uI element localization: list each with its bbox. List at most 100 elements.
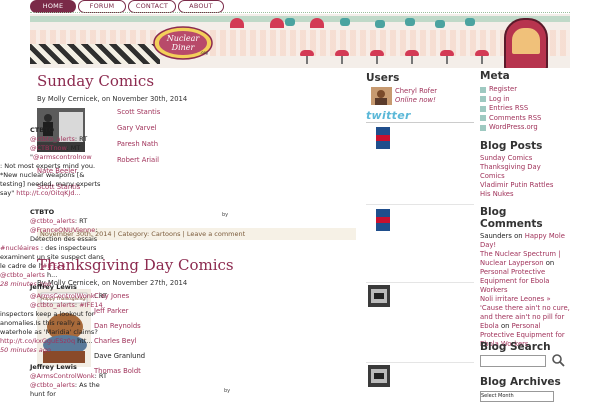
online-user: Cheryl Rofer Online now! bbox=[395, 87, 437, 105]
twitter-divider bbox=[366, 122, 474, 123]
blog-comments-heading: Blog Comments bbox=[480, 205, 543, 230]
mention-link[interactable]: @armscontrolnow bbox=[33, 153, 92, 161]
mention-link[interactable]: @FranceONUVienne bbox=[30, 226, 95, 234]
teapot-icon bbox=[285, 18, 295, 26]
hashtag-link[interactable]: #IFE14 bbox=[42, 262, 65, 270]
mention-link[interactable]: @ctbto_alerts bbox=[30, 135, 75, 143]
tweet-handle[interactable]: CTBTO bbox=[30, 126, 54, 134]
svg-text:.org: .org bbox=[200, 50, 208, 55]
bullet-icon bbox=[480, 96, 486, 103]
post-title[interactable]: Sunday Comics bbox=[37, 72, 154, 90]
blog-search-heading: Blog Search bbox=[480, 341, 551, 353]
tweet-divider bbox=[366, 204, 474, 205]
mention-link[interactable]: @CTBTnow bbox=[30, 144, 67, 152]
hashtag-link[interactable]: #nucléaires bbox=[0, 244, 39, 252]
tweet-divider bbox=[366, 282, 474, 283]
tweet: CTBTO @ctbto_alerts: RT @CTBTnow: MT "@ar… bbox=[0, 126, 101, 197]
blog-post-link[interactable]: Thanksgiving Day Comics bbox=[480, 163, 550, 181]
artist-link[interactable]: Scott Stantis bbox=[117, 106, 160, 119]
bullet-icon bbox=[480, 105, 486, 112]
search-icon[interactable] bbox=[551, 353, 565, 367]
archive-month-select[interactable]: Select Month bbox=[480, 391, 554, 402]
meta-links: Register Log in Entries RSS Comments RSS… bbox=[480, 85, 570, 133]
category-link[interactable]: Cartoons bbox=[151, 230, 180, 238]
meta-link[interactable]: Log in bbox=[480, 95, 570, 105]
nav-home[interactable]: HOME bbox=[30, 0, 76, 13]
comment-item: Saunders on Happy Mole Day! bbox=[480, 231, 565, 249]
lamp-icon bbox=[270, 18, 284, 28]
meta-heading: Meta bbox=[480, 70, 510, 82]
blog-posts-heading: Blog Posts bbox=[480, 139, 543, 152]
logo-text: Nuclear bbox=[166, 34, 201, 43]
tweet-url-link[interactable]: http://t.co/kxGguESz0q bbox=[0, 337, 75, 345]
blog-post-link[interactable]: Sunday Comics bbox=[480, 154, 570, 163]
mention-link[interactable]: @ArmsControlWonk bbox=[30, 372, 95, 380]
teapot-icon bbox=[435, 20, 445, 28]
meta-link[interactable]: Entries RSS bbox=[480, 104, 570, 114]
lamp-icon bbox=[230, 18, 244, 28]
stool-leg bbox=[481, 56, 483, 64]
comment-author: Saunders bbox=[480, 231, 512, 240]
tweet-handle[interactable]: CTBTO bbox=[30, 208, 54, 216]
search-input[interactable] bbox=[480, 355, 546, 367]
by-label: by bbox=[222, 212, 229, 218]
meta-link[interactable]: WordPress.org bbox=[480, 123, 570, 133]
twitter-logo: twitter bbox=[366, 109, 411, 122]
nav-about[interactable]: ABOUT bbox=[178, 0, 224, 13]
blog-comments-list: Saunders on Happy Mole Day! The Nuclear … bbox=[480, 232, 572, 349]
bullet-icon bbox=[480, 124, 486, 131]
mention-link[interactable]: @ctbto_alerts bbox=[0, 271, 45, 279]
jukebox-icon bbox=[504, 18, 548, 68]
by-label: by bbox=[224, 388, 231, 394]
meta-link[interactable]: Register bbox=[480, 85, 570, 95]
site-logo[interactable]: Nuclear Diner .org bbox=[152, 24, 214, 62]
bullet-icon bbox=[480, 86, 486, 93]
tweet-avatar[interactable] bbox=[368, 285, 390, 307]
nav-forum[interactable]: FORUM bbox=[78, 0, 126, 13]
lamp-icon bbox=[310, 18, 324, 28]
artist-link[interactable]: Gary Varvel bbox=[117, 122, 160, 135]
stool-leg bbox=[446, 56, 448, 64]
blog-archives-heading: Blog Archives bbox=[480, 376, 561, 388]
artist-link[interactable]: Robert Ariail bbox=[117, 154, 160, 167]
stool-leg bbox=[306, 56, 308, 64]
meta-link[interactable]: Comments RSS bbox=[480, 114, 570, 124]
user-avatar[interactable] bbox=[371, 87, 392, 105]
banner-diagonal-pattern bbox=[30, 44, 160, 64]
teapot-icon bbox=[340, 18, 350, 26]
teapot-icon bbox=[465, 18, 475, 26]
tweet-handle[interactable]: Jeffrey Lewis bbox=[30, 283, 77, 291]
tweet-avatar[interactable] bbox=[368, 365, 390, 387]
comment-item: The Nuclear Spectrum | Nuclear Layperson… bbox=[480, 249, 561, 294]
blog-posts-list: Sunday Comics Thanksgiving Day Comics Vl… bbox=[480, 154, 570, 199]
tweet: Jeffrey Lewis @ArmsControlWonk: RT @ctbto… bbox=[0, 283, 107, 354]
blog-post-link[interactable]: Vladimir Putin Rattles His Nukes bbox=[480, 181, 564, 199]
bullet-icon bbox=[480, 115, 486, 122]
stool-leg bbox=[376, 56, 378, 64]
artist-link[interactable]: Paresh Nath bbox=[117, 138, 160, 151]
tweet-url-link[interactable]: http://t.co/OitqKJd... bbox=[16, 189, 80, 197]
tweet-avatar[interactable] bbox=[368, 209, 390, 231]
comment-post-link[interactable]: Personal Protective Equipment for Ebola … bbox=[480, 268, 549, 294]
nav-contact[interactable]: CONTACT bbox=[128, 0, 176, 13]
hashtag-link[interactable]: #IFE14 bbox=[79, 301, 102, 309]
user-status: Online now! bbox=[395, 96, 436, 104]
mention-link[interactable]: @ctbto_alerts bbox=[30, 381, 75, 389]
mention-link[interactable]: @ArmsControlWonk bbox=[30, 292, 95, 300]
tweet-time[interactable]: 50 minutes ago bbox=[0, 346, 51, 354]
tweet-divider bbox=[366, 362, 474, 363]
mention-link[interactable]: @ctbto_alerts bbox=[30, 301, 75, 309]
stool-leg bbox=[341, 56, 343, 64]
user-name-link[interactable]: Cheryl Rofer bbox=[395, 87, 437, 96]
mention-link[interactable]: @ctbto_alerts bbox=[30, 217, 75, 225]
stool-leg bbox=[411, 56, 413, 64]
tweet-avatar[interactable] bbox=[368, 127, 390, 149]
tweet: Jeffrey Lewis @ArmsControlWonk: RT @ctbto… bbox=[30, 363, 107, 398]
svg-text:Diner: Diner bbox=[171, 43, 196, 52]
artist-list: Scott Stantis Gary Varvel Paresh Nath Ro… bbox=[117, 106, 160, 167]
tweet-handle[interactable]: Jeffrey Lewis bbox=[30, 363, 77, 371]
banner-top-band bbox=[30, 16, 570, 22]
leave-comment-link[interactable]: Leave a comment bbox=[187, 230, 245, 238]
teapot-icon bbox=[405, 18, 415, 26]
header-banner: Nuclear Diner .org bbox=[30, 14, 570, 68]
